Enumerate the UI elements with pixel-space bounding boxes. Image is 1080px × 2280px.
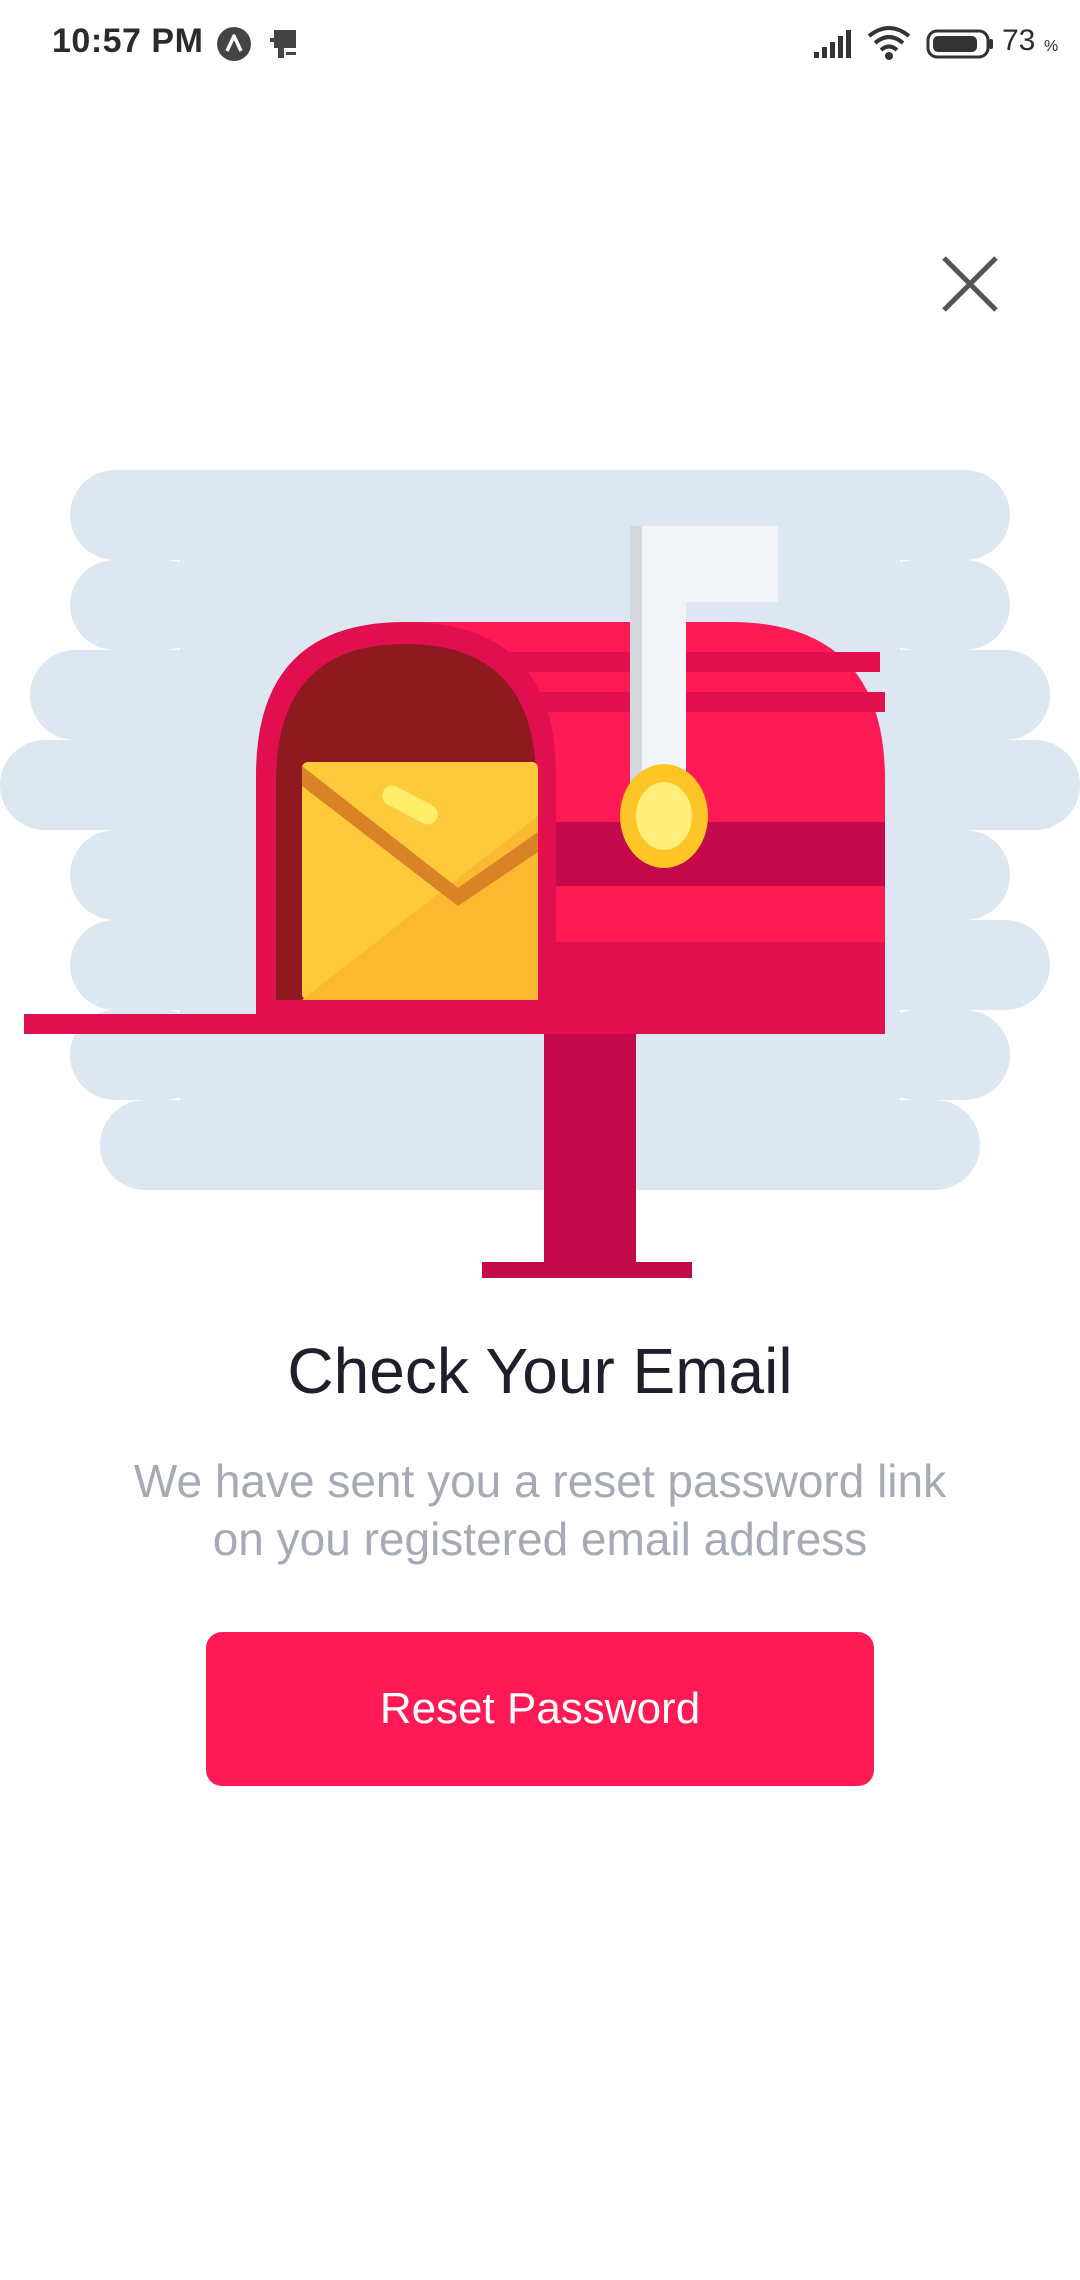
signal-icon (812, 28, 854, 65)
mailbox-illustration (0, 460, 1080, 1300)
wifi-icon (866, 24, 912, 67)
page-title: Check Your Email (287, 1335, 793, 1407)
message-line-2: on you registered email address (212, 1513, 868, 1565)
app-a-icon (216, 26, 252, 62)
battery-unit: % (1044, 38, 1059, 55)
status-bar: 10:57 PM 73 % (0, 0, 1080, 90)
reset-password-label: Reset Password (379, 1684, 701, 1733)
close-button[interactable] (930, 246, 1010, 326)
battery-icon (926, 28, 996, 65)
close-icon (940, 254, 1000, 319)
reset-password-button[interactable]: Reset Password (206, 1632, 874, 1786)
battery-level: 73 (1002, 24, 1036, 57)
message-line-1: We have sent you a reset password link (133, 1455, 947, 1507)
instruction-message: We have sent you a reset password link o… (90, 1452, 990, 1568)
device-icon (266, 26, 302, 62)
status-time: 10:57 PM (52, 22, 204, 60)
